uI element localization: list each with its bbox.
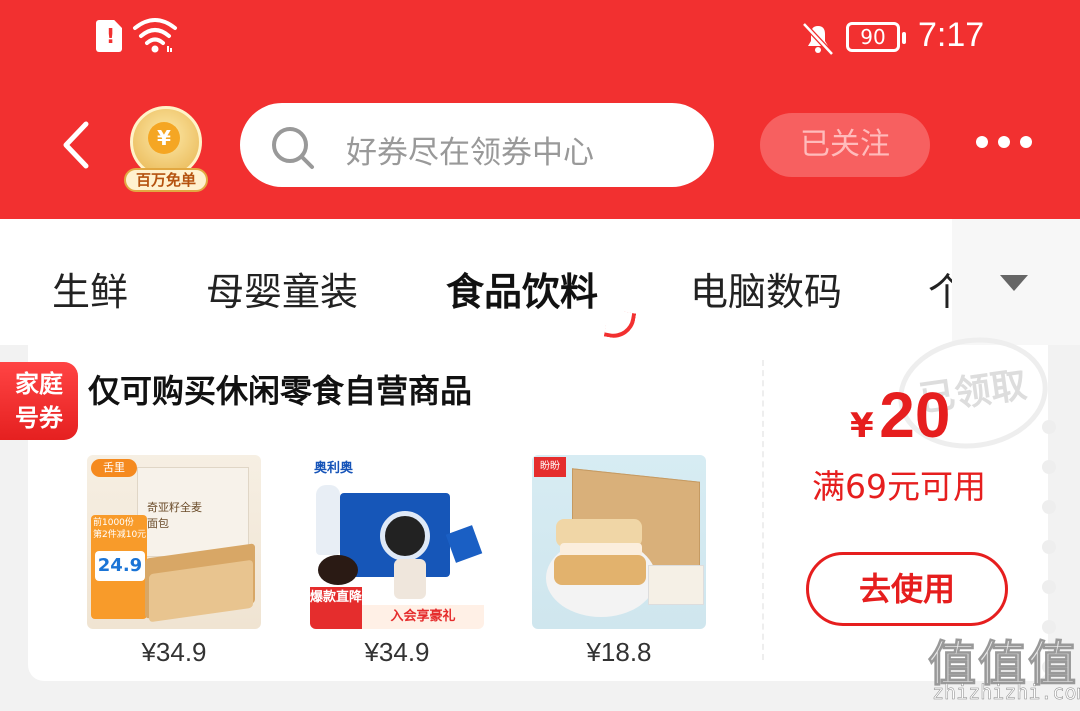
sim-alert-icon: ! <box>96 20 122 52</box>
coupon-condition: 满69元可用 <box>812 467 986 506</box>
wifi-icon <box>133 18 177 53</box>
promo-text: 前1000份 第2件减10元 <box>93 518 147 540</box>
avatar-tag: 百万免单 <box>124 168 208 192</box>
chevron-down-icon <box>1000 275 1028 291</box>
search-placeholder: 好券尽在领券中心 <box>346 135 594 171</box>
mute-bell-icon <box>802 22 834 56</box>
category-tabs: 生鲜 母婴童装 食品饮料 电脑数码 个 <box>0 219 1080 345</box>
watermark-url: zhizhizhi.com <box>932 680 1080 705</box>
family-coupon-badge: 家庭 号券 <box>0 362 78 440</box>
product-price: ¥34.9 <box>141 637 207 667</box>
currency-symbol: ¥ <box>850 406 874 446</box>
badge-line-1: 家庭 <box>15 370 63 398</box>
coupon-title: 仅可购买休闲零食自营商品 <box>88 372 473 410</box>
promo-tag: 爆款直降 <box>310 587 362 629</box>
back-arrow-icon[interactable] <box>58 120 98 170</box>
tab-food-drinks[interactable]: 食品饮料 <box>446 261 637 342</box>
product-item[interactable]: 舌里 奇亚籽全麦面包 前1000份 第2件减10元 24.9 ¥34.9 <box>87 455 261 668</box>
million-free-avatar[interactable]: ¥ 百万免单 <box>124 104 208 192</box>
amount-value: 20 <box>879 379 951 451</box>
coupon-divider <box>762 360 764 660</box>
active-tab-indicator <box>603 308 637 342</box>
brand-logo: 奥利奥 <box>314 461 354 476</box>
product-image-sandwich: 盼盼 <box>532 455 706 629</box>
brand-logo: 舌里 <box>91 459 137 477</box>
product-image-bread: 舌里 奇亚籽全麦面包 前1000份 第2件减10元 24.9 <box>87 455 261 629</box>
status-bar: ! 90 7:17 <box>0 0 1080 78</box>
tab-food-drinks-label: 食品饮料 <box>446 270 599 314</box>
more-options-icon[interactable] <box>976 136 1032 150</box>
tab-computer-digital[interactable]: 电脑数码 <box>690 261 842 316</box>
tab-maternal-kids[interactable]: 母婴童装 <box>206 261 358 316</box>
use-coupon-button[interactable]: 去使用 <box>806 552 1008 626</box>
watermark: 值值值 zhizhizhi.com <box>928 624 1080 711</box>
brand-logo: 盼盼 <box>534 457 566 477</box>
promo-price: 24.9 <box>95 551 145 581</box>
member-tag: 入会享豪礼 <box>362 605 484 629</box>
follow-button[interactable]: 已关注 <box>760 113 930 177</box>
coupon-amount: ¥ 20 <box>850 378 950 452</box>
product-image-oreo: 奥利奥 爆款直降 入会享豪礼 <box>310 455 484 629</box>
product-price: ¥34.9 <box>364 637 430 667</box>
battery-indicator: 90 <box>846 22 906 52</box>
category-expand[interactable] <box>952 219 1080 345</box>
coin-icon: ¥ <box>148 122 180 154</box>
badge-line-2: 号券 <box>15 404 63 432</box>
header: ¥ 百万免单 好券尽在领券中心 已关注 <box>0 100 1080 195</box>
pack-text: 奇亚籽全麦面包 <box>147 501 202 530</box>
search-icon <box>272 127 314 169</box>
product-item[interactable]: 盼盼 ¥18.8 <box>532 455 706 668</box>
product-price: ¥18.8 <box>586 637 652 667</box>
status-time: 7:17 <box>918 16 985 54</box>
product-item[interactable]: 奥利奥 爆款直降 入会享豪礼 ¥34.9 <box>310 455 484 668</box>
tab-fresh[interactable]: 生鲜 <box>52 261 128 316</box>
search-input[interactable]: 好券尽在领券中心 <box>240 103 714 187</box>
